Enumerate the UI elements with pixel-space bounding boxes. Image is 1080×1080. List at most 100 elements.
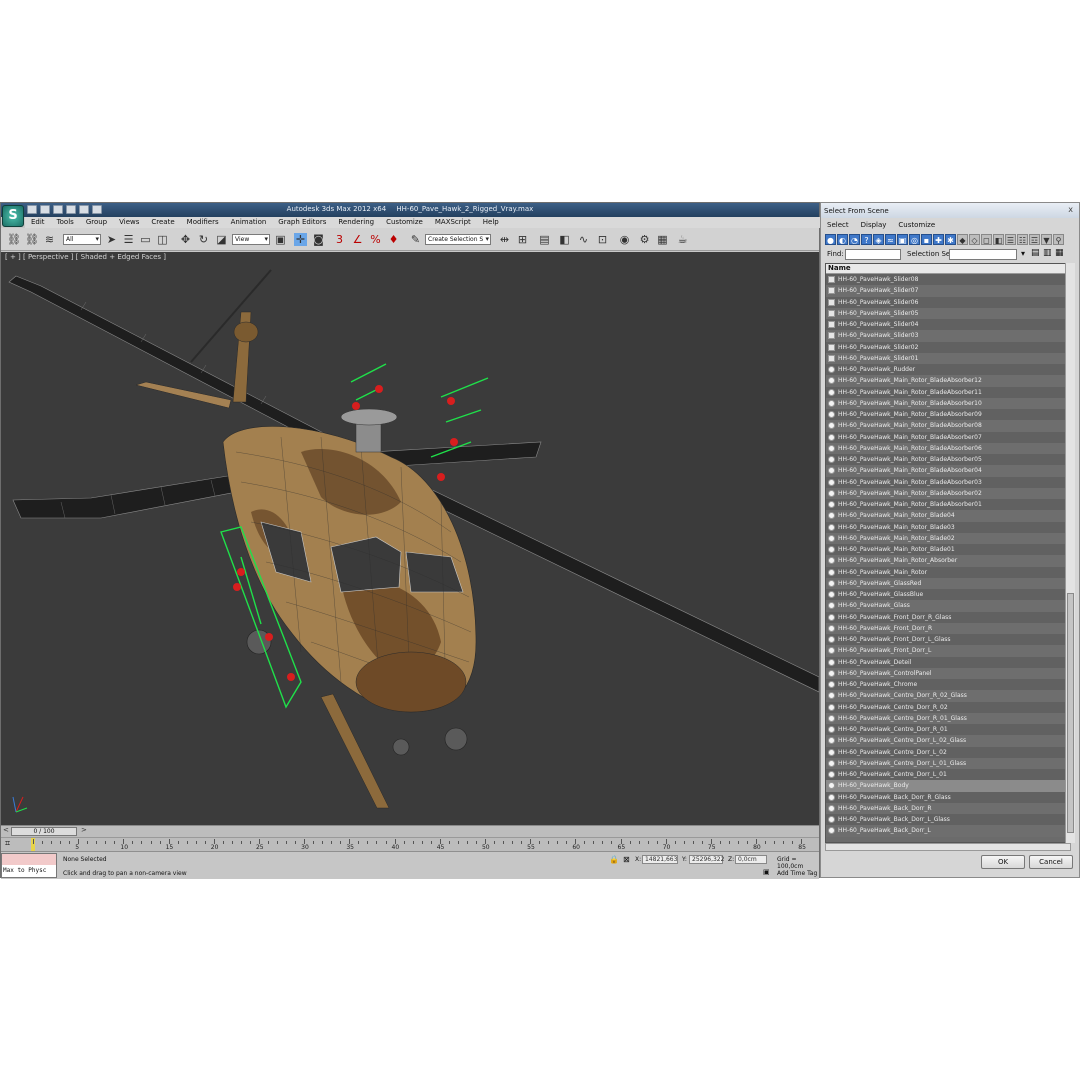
maxscript-listener[interactable]: Max to Physc	[1, 853, 57, 878]
selection-set-dropdown[interactable]	[949, 249, 1017, 260]
display-xrefs-icon[interactable]: ◎	[909, 234, 920, 245]
list-item[interactable]: HH-60_PaveHawk_Main_Rotor_BladeAbsorber0…	[826, 420, 1070, 432]
display-bones-icon[interactable]: ▪	[921, 234, 932, 245]
list-item[interactable]: HH-60_PaveHawk_Centre_Dorr_L_02	[826, 746, 1070, 758]
render-setup-icon[interactable]: ⚙	[638, 233, 651, 246]
selection-filter-dropdown[interactable]: All	[63, 234, 101, 245]
name-column-header[interactable]: Name	[826, 264, 1070, 274]
display-all-icon[interactable]: ◇	[969, 234, 980, 245]
menu-help[interactable]: Help	[477, 217, 505, 228]
menu-maxscript[interactable]: MAXScript	[429, 217, 477, 228]
mirror-icon[interactable]: ⇹	[498, 233, 511, 246]
absolute-mode-icon[interactable]: ⊠	[623, 855, 630, 864]
list-item[interactable]: HH-60_PaveHawk_Rudder	[826, 364, 1070, 376]
list-item[interactable]: HH-60_PaveHawk_Main_Rotor_BladeAbsorber0…	[826, 409, 1070, 421]
cancel-button[interactable]: Cancel	[1029, 855, 1073, 869]
select-all-icon[interactable]: ☰	[1005, 234, 1016, 245]
menu-edit[interactable]: Edit	[25, 217, 51, 228]
list-item[interactable]: HH-60_PaveHawk_Main_Rotor	[826, 566, 1070, 578]
display-cameras-icon[interactable]: ?	[861, 234, 872, 245]
list-item[interactable]: HH-60_PaveHawk_Main_Rotor_BladeAbsorber0…	[826, 499, 1070, 511]
list-item[interactable]: HH-60_PaveHawk_Slider03	[826, 330, 1070, 342]
list-item[interactable]: HH-60_PaveHawk_Glass	[826, 600, 1070, 612]
menu-create[interactable]: Create	[145, 217, 180, 228]
list-item[interactable]: HH-60_PaveHawk_Slider07	[826, 285, 1070, 297]
select-object-icon[interactable]: ➤	[105, 233, 118, 246]
select-and-scale-icon[interactable]: ◪	[215, 233, 228, 246]
list-item[interactable]: HH-60_PaveHawk_Main_Rotor_BladeAbsorber0…	[826, 431, 1070, 443]
list-item[interactable]: HH-60_PaveHawk_Slider02	[826, 341, 1070, 353]
menu-views[interactable]: Views	[113, 217, 145, 228]
select-invert-icon[interactable]: ☲	[1029, 234, 1040, 245]
display-geometry-icon[interactable]: ●	[825, 234, 836, 245]
display-hidden-icon[interactable]: ◆	[957, 234, 968, 245]
find-input[interactable]	[845, 249, 901, 260]
menu-rendering[interactable]: Rendering	[332, 217, 380, 228]
select-and-rotate-icon[interactable]: ↻	[197, 233, 210, 246]
x-coord-field[interactable]: 14821,663	[642, 855, 678, 864]
list-item[interactable]: HH-60_PaveHawk_Centre_Dorr_R_02_Glass	[826, 690, 1070, 702]
snaps-toggle-icon[interactable]: 3	[333, 233, 346, 246]
application-button-icon[interactable]: S	[2, 205, 24, 227]
display-containers-icon[interactable]: ✚	[933, 234, 944, 245]
display-invert-icon[interactable]: ◧	[993, 234, 1004, 245]
percent-snap-icon[interactable]: %	[369, 233, 382, 246]
perspective-viewport[interactable]: [ + ] [ Perspective ] [ Shaded + Edged F…	[1, 252, 819, 825]
menu-group[interactable]: Group	[80, 217, 113, 228]
list-item[interactable]: HH-60_PaveHawk_Centre_Dorr_L_02_Glass	[826, 735, 1070, 747]
edit-named-selection-icon[interactable]: ✎	[409, 233, 422, 246]
select-dependents-icon[interactable]: ▥	[1043, 248, 1052, 258]
display-lights-icon[interactable]: ◔	[849, 234, 860, 245]
schematic-view-icon[interactable]: ⊡	[596, 233, 609, 246]
time-slider-next-icon[interactable]: >	[81, 826, 87, 834]
unlink-icon[interactable]: ⛓	[25, 233, 39, 246]
time-slider-knob[interactable]: 0 / 100	[11, 827, 77, 836]
list-item[interactable]: HH-60_PaveHawk_Centre_Dorr_R_01_Glass	[826, 712, 1070, 724]
sort-icon[interactable]: ⚲	[1053, 234, 1064, 245]
list-item[interactable]: HH-60_PaveHawk_Body	[826, 780, 1070, 792]
list-item[interactable]: HH-60_PaveHawk_Slider01	[826, 352, 1070, 364]
list-item[interactable]: HH-60_PaveHawk_Main_Rotor_BladeAbsorber1…	[826, 375, 1070, 387]
dialog-menu-select[interactable]: Select	[821, 220, 855, 231]
select-none-icon[interactable]: ☷	[1017, 234, 1028, 245]
bind-space-warp-icon[interactable]: ≋	[43, 233, 56, 246]
list-item[interactable]: HH-60_PaveHawk_Deteil	[826, 656, 1070, 668]
list-item[interactable]: HH-60_PaveHawk_Main_Rotor_Blade03	[826, 521, 1070, 533]
list-item[interactable]: HH-60_PaveHawk_ControlPanel	[826, 667, 1070, 679]
display-space-warps-icon[interactable]: ≈	[885, 234, 896, 245]
filter-icon[interactable]: ⌗	[5, 839, 10, 849]
curve-editor-icon[interactable]: ∿	[577, 233, 590, 246]
select-highlighted-icon[interactable]: ▤	[1031, 248, 1040, 258]
list-item[interactable]: HH-60_PaveHawk_GlassRed	[826, 577, 1070, 589]
time-slider[interactable]: < 0 / 100 >	[1, 825, 819, 837]
filter-icon[interactable]: ▼	[1041, 234, 1052, 245]
graphite-modeling-icon[interactable]: ◧	[558, 233, 571, 246]
list-item[interactable]: HH-60_PaveHawk_Chrome	[826, 679, 1070, 691]
list-item[interactable]: HH-60_PaveHawk_Main_Rotor_BladeAbsorber1…	[826, 386, 1070, 398]
window-crossing-icon[interactable]: ◫	[156, 233, 169, 246]
menu-animation[interactable]: Animation	[225, 217, 273, 228]
list-scroll-thumb[interactable]	[1067, 593, 1074, 833]
named-selection-sets-dropdown[interactable]: Create Selection S	[425, 234, 491, 245]
select-and-move-icon[interactable]: ✥	[179, 233, 192, 246]
list-item[interactable]: HH-60_PaveHawk_Main_Rotor_BladeAbsorber0…	[826, 442, 1070, 454]
display-shapes-icon[interactable]: ◐	[837, 234, 848, 245]
list-item[interactable]: HH-60_PaveHawk_Front_Dorr_R	[826, 622, 1070, 634]
list-horizontal-scrollbar[interactable]	[825, 843, 1071, 851]
list-item[interactable]: HH-60_PaveHawk_Main_Rotor_BladeAbsorber1…	[826, 397, 1070, 409]
reference-coordinate-dropdown[interactable]: View	[232, 234, 270, 245]
y-coord-field[interactable]: 25296,322	[689, 855, 724, 864]
render-production-icon[interactable]: ☕	[676, 233, 689, 246]
list-item[interactable]: HH-60_PaveHawk_Centre_Dorr_R_01	[826, 724, 1070, 736]
display-frozen-icon[interactable]: ✱	[945, 234, 956, 245]
keyboard-shortcut-override-icon[interactable]: ◙	[312, 233, 325, 246]
menu-tools[interactable]: Tools	[51, 217, 80, 228]
list-item[interactable]: HH-60_PaveHawk_Centre_Dorr_L_01_Glass	[826, 757, 1070, 769]
list-item[interactable]: HH-60_PaveHawk_Main_Rotor_Blade02	[826, 532, 1070, 544]
display-none-icon[interactable]: ◻	[981, 234, 992, 245]
layer-manager-icon[interactable]: ▤	[538, 233, 551, 246]
list-item[interactable]: HH-60_PaveHawk_Back_Dorr_L_Glass	[826, 814, 1070, 826]
list-item[interactable]: HH-60_PaveHawk_Main_Rotor_Blade04	[826, 510, 1070, 522]
add-time-tag[interactable]: Add Time Tag	[777, 870, 817, 877]
list-item[interactable]: HH-60_PaveHawk_Front_Dorr_L_Glass	[826, 634, 1070, 646]
